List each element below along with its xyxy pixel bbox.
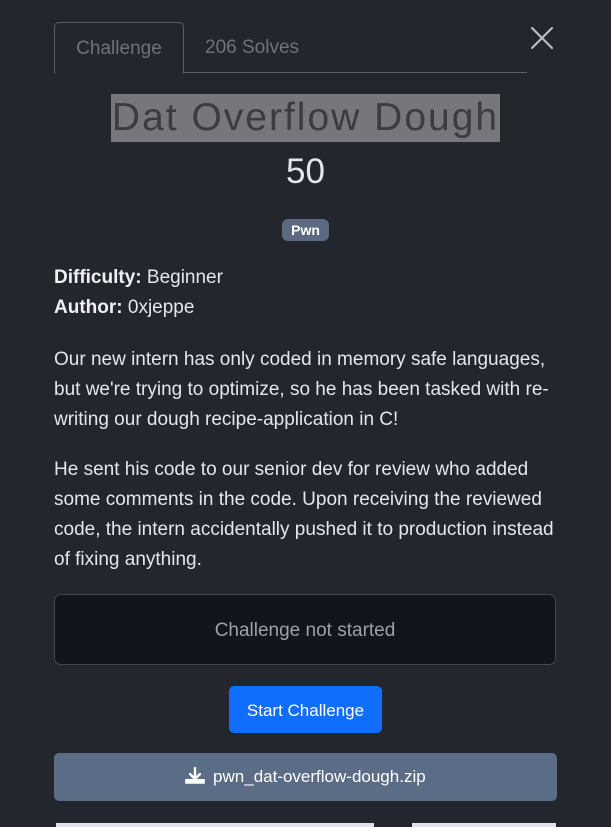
tab-solves[interactable]: 206 Solves (205, 22, 299, 73)
difficulty-label: Difficulty: (54, 267, 142, 288)
download-file-button[interactable]: pwn_dat-overflow-dough.zip (54, 753, 557, 801)
challenge-title: Dat Overflow Dough (110, 94, 501, 142)
tab-bar: Challenge 206 Solves (54, 22, 527, 74)
description-paragraph-2: He sent his code to our senior dev for r… (54, 459, 554, 570)
difficulty-line: Difficulty: Beginner (54, 267, 223, 289)
author-value: 0xjeppe (127, 297, 195, 318)
divider-left (56, 823, 374, 827)
challenge-status-box: Challenge not started (54, 594, 556, 665)
challenge-modal: Challenge 206 Solves Dat Overflow Dough … (0, 0, 611, 827)
tab-challenge[interactable]: Challenge (54, 22, 184, 74)
difficulty-value: Beginner (146, 267, 223, 288)
download-icon (185, 766, 206, 784)
author-line: Author: 0xjeppe (54, 297, 194, 319)
description-paragraph-1: Our new intern has only coded in memory … (54, 349, 549, 430)
challenge-points: 50 (286, 152, 325, 191)
start-challenge-button[interactable]: Start Challenge (229, 686, 382, 733)
author-label: Author: (54, 297, 123, 318)
download-filename: pwn_dat-overflow-dough.zip (213, 767, 426, 786)
title-container: Dat Overflow Dough (0, 94, 611, 142)
category-container: Pwn (0, 219, 611, 241)
close-icon[interactable] (528, 24, 556, 52)
divider-right (412, 823, 556, 827)
category-badge: Pwn (282, 219, 329, 241)
